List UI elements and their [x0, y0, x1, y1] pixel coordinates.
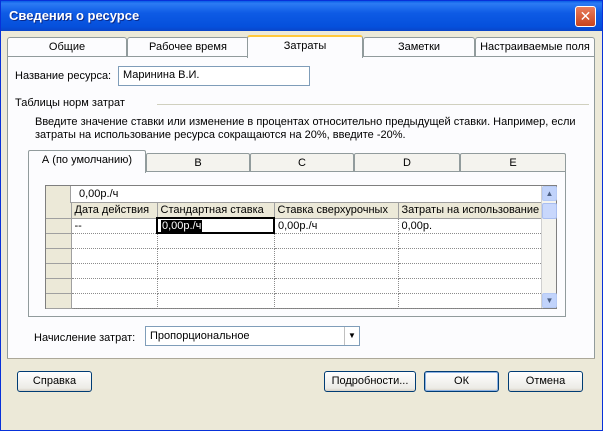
details-button[interactable]: Подробности...	[324, 371, 416, 392]
table-cell[interactable]	[274, 278, 399, 294]
subtab-b[interactable]: B	[146, 153, 250, 172]
group-divider	[157, 104, 589, 105]
vertical-scrollbar[interactable]: ▲ ▼	[541, 186, 557, 308]
footer-divider	[7, 358, 595, 359]
table-cell[interactable]	[157, 233, 275, 249]
row-header[interactable]	[46, 278, 72, 294]
tab-notes[interactable]: Заметки	[363, 37, 475, 57]
row-header[interactable]	[46, 263, 72, 279]
cost-accrual-select[interactable]: Пропорциональное ▼	[145, 326, 360, 346]
row-header-corner	[46, 203, 72, 219]
resource-name-field[interactable]: Маринина В.И.	[118, 66, 310, 86]
close-icon[interactable]: ✕	[575, 6, 596, 27]
table-cell[interactable]	[71, 263, 158, 279]
table-cell[interactable]	[274, 248, 399, 264]
subtab-d[interactable]: D	[354, 153, 460, 172]
table-cell[interactable]	[71, 248, 158, 264]
row-header[interactable]	[46, 248, 72, 264]
table-cell[interactable]	[157, 248, 275, 264]
subtab-c[interactable]: C	[250, 153, 354, 172]
table-cell[interactable]	[157, 263, 275, 279]
table-cell[interactable]	[398, 293, 544, 309]
column-header-effective-date[interactable]: Дата действия	[71, 203, 158, 219]
table-cell[interactable]	[274, 263, 399, 279]
table-cell[interactable]	[71, 233, 158, 249]
table-cell[interactable]	[157, 293, 275, 309]
table-cell[interactable]	[274, 233, 399, 249]
window-title: Сведения о ресурсе	[9, 8, 140, 23]
rate-table-tabs: А (по умолчанию) B C D E	[28, 150, 568, 173]
column-header-overtime-rate[interactable]: Ставка сверхурочных	[274, 203, 399, 219]
tab-custom-fields[interactable]: Настраиваемые поля	[475, 37, 595, 57]
title-bar[interactable]: Сведения о ресурсе ✕	[1, 1, 602, 31]
subtab-a-default[interactable]: А (по умолчанию)	[28, 150, 146, 173]
column-header-per-use-cost[interactable]: Затраты на использование	[398, 203, 544, 219]
table-cell[interactable]	[398, 278, 544, 294]
column-header-standard-rate[interactable]: Стандартная ставка	[157, 203, 275, 219]
row-header[interactable]	[46, 293, 72, 309]
table-cell[interactable]	[71, 293, 158, 309]
resource-info-dialog: Сведения о ресурсе ✕ Общие Рабочее время…	[0, 0, 603, 431]
table-row	[46, 278, 544, 294]
cancel-button[interactable]: Отмена	[508, 371, 583, 392]
header-row: Дата действия Стандартная ставка Ставка …	[46, 203, 544, 219]
table-cell-selected[interactable]: 0,00р./ч	[156, 217, 275, 234]
table-row	[46, 293, 544, 309]
tab-strip: Общие Рабочее время Затраты Заметки Наст…	[7, 35, 595, 58]
cost-tables-label: Таблицы норм затрат	[15, 97, 125, 109]
table-row	[46, 233, 544, 249]
arrow-down-icon[interactable]: ▼	[542, 293, 557, 308]
chevron-down-icon[interactable]: ▼	[344, 327, 359, 345]
table-cell[interactable]: 0,00р.	[398, 218, 544, 234]
selected-cell-value: 0,00р./ч	[161, 219, 203, 232]
row-header[interactable]	[46, 218, 72, 234]
cell-edit-bar[interactable]: 0,00р./ч	[46, 186, 542, 203]
cell-edit-value: 0,00р./ч	[79, 188, 119, 200]
row-header[interactable]	[46, 233, 72, 249]
subtab-e[interactable]: E	[460, 153, 566, 172]
cost-accrual-label: Начисление затрат:	[34, 332, 136, 344]
table-cell[interactable]: 0,00р./ч	[274, 218, 399, 234]
table-row: -- 0,00р./ч 0,00р./ч 0,00р.	[46, 217, 544, 234]
help-button[interactable]: Справка	[17, 371, 92, 392]
rate-grid: 0,00р./ч Дата действия Стандартная ставк…	[45, 185, 557, 309]
table-cell[interactable]	[398, 248, 544, 264]
table-cell[interactable]	[398, 233, 544, 249]
table-cell[interactable]	[71, 278, 158, 294]
cost-tables-instructions: Введите значение ставки или изменение в …	[35, 116, 576, 141]
edit-bar-corner	[46, 186, 71, 203]
table-cell[interactable]	[398, 263, 544, 279]
table-cell[interactable]: --	[71, 218, 158, 234]
scroll-thumb[interactable]	[542, 203, 557, 219]
table-cell[interactable]	[274, 293, 399, 309]
tab-costs[interactable]: Затраты	[247, 35, 363, 58]
ok-button[interactable]: ОК	[424, 371, 499, 392]
rate-table: Дата действия Стандартная ставка Ставка …	[46, 203, 544, 309]
arrow-up-icon[interactable]: ▲	[542, 186, 557, 201]
table-cell[interactable]	[157, 278, 275, 294]
resource-name-label: Название ресурса:	[15, 70, 112, 82]
tab-general[interactable]: Общие	[7, 37, 127, 57]
table-row	[46, 263, 544, 279]
cost-accrual-value: Пропорциональное	[150, 330, 250, 342]
resource-name-value: Маринина В.И.	[123, 69, 200, 81]
table-row	[46, 248, 544, 264]
tab-working-time[interactable]: Рабочее время	[127, 37, 249, 57]
